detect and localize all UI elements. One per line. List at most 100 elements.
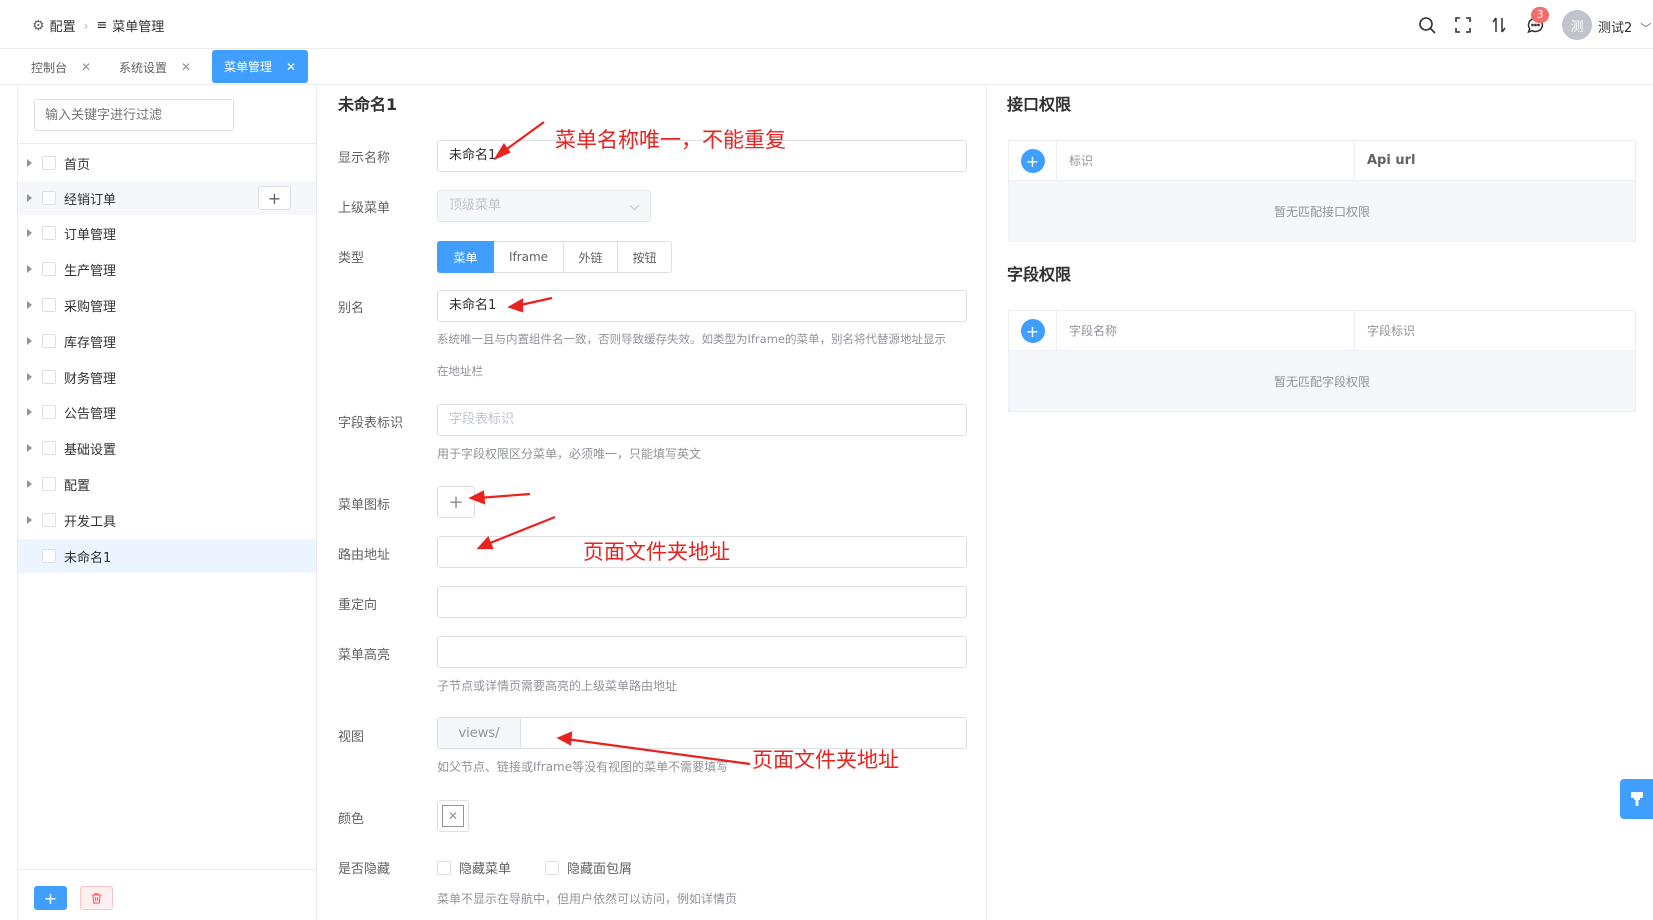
close-icon[interactable]: ✕ [81, 60, 91, 74]
settings-float-button[interactable] [1620, 779, 1653, 819]
caret-right-icon[interactable] [27, 444, 32, 452]
avatar[interactable]: 测 [1562, 10, 1592, 40]
form-title: 未命名1 [338, 95, 398, 114]
tree-checkbox[interactable] [42, 370, 56, 384]
tree-checkbox[interactable] [42, 191, 56, 205]
tree-item-label: 公告管理 [64, 406, 117, 422]
type-option-button[interactable]: 按钮 [618, 241, 672, 273]
caret-right-icon[interactable] [27, 194, 32, 202]
display-name-label: 显示名称 [338, 151, 391, 166]
highlight-input[interactable] [437, 636, 967, 668]
hide-breadcrumb-checkbox[interactable]: 隐藏面包屑 [545, 858, 632, 877]
tree-checkbox[interactable] [42, 226, 56, 240]
tree-item-inventory-mgmt[interactable]: 库存管理 [18, 324, 316, 358]
tree-item-unnamed-1[interactable]: 未命名1 [18, 539, 316, 573]
hide-menu-checkbox[interactable]: 隐藏菜单 [437, 858, 511, 877]
caret-right-icon[interactable] [27, 480, 32, 488]
caret-right-icon[interactable] [27, 265, 32, 273]
highlight-help: 子节点或详情页需要高亮的上级菜单路由地址 [437, 679, 678, 693]
close-icon[interactable]: ✕ [181, 60, 191, 74]
caret-right-icon[interactable] [27, 373, 32, 381]
redirect-input[interactable] [437, 586, 967, 618]
route-label: 路由地址 [338, 548, 391, 563]
tree-checkbox[interactable] [42, 262, 56, 276]
tab-label: 系统设置 [119, 60, 168, 75]
parent-menu-select[interactable]: 顶级菜单 [437, 190, 651, 222]
tree-checkbox[interactable] [42, 441, 56, 455]
tab-label: 菜单管理 [224, 60, 273, 74]
tree-checkbox[interactable] [42, 513, 56, 527]
tree-checkbox[interactable] [42, 156, 56, 170]
tree-item-notice-mgmt[interactable]: 公告管理 [18, 395, 316, 429]
tree-checkbox[interactable] [42, 477, 56, 491]
chevron-down-icon: ﹀ [1640, 22, 1652, 35]
icon-picker-button[interactable]: + [437, 486, 475, 518]
tabs-bar: 控制台 ✕ 系统设置 ✕ 菜单管理 ✕ [0, 49, 1653, 85]
add-child-button[interactable]: + [258, 186, 291, 210]
color-picker[interactable]: ✕ [437, 800, 469, 832]
brush-icon [1630, 792, 1643, 806]
view-help: 如父节点、链接或Iframe等没有视图的菜单不需要填写 [437, 760, 729, 774]
caret-right-icon[interactable] [27, 301, 32, 309]
close-icon[interactable]: ✕ [286, 60, 296, 74]
caret-right-icon[interactable] [27, 337, 32, 345]
delete-menu-button[interactable] [80, 886, 113, 910]
tree-item-dev-tools[interactable]: 开发工具 [18, 503, 316, 537]
checkbox-box[interactable] [545, 860, 559, 875]
hide-menu-label: 隐藏菜单 [459, 862, 512, 877]
tree-item-order-mgmt[interactable]: 订单管理 [18, 216, 316, 250]
hidden-help: 菜单不显示在导航中，但用户依然可以访问，例如详情页 [437, 892, 738, 906]
checkbox-box[interactable] [437, 860, 451, 875]
tree-checkbox[interactable] [42, 334, 56, 348]
tree-item-home[interactable]: 首页 [18, 146, 316, 180]
tree-item-label: 基础设置 [64, 442, 117, 458]
alias-input[interactable]: 未命名1 [437, 290, 967, 322]
fullscreen-icon[interactable] [1453, 15, 1473, 35]
breadcrumb-root[interactable]: 配置 [50, 16, 76, 35]
tree-item-label: 财务管理 [64, 371, 117, 387]
tree-filter-input[interactable] [34, 99, 234, 131]
tree-item-config[interactable]: 配置 [18, 467, 316, 501]
caret-right-icon[interactable] [27, 408, 32, 416]
tree-checkbox[interactable] [42, 549, 56, 563]
caret-right-icon[interactable] [27, 159, 32, 167]
parent-menu-label: 上级菜单 [338, 201, 391, 216]
tab-system-settings[interactable]: 系统设置 ✕ [107, 49, 203, 85]
tree-item-purchase-mgmt[interactable]: 采购管理 [18, 288, 316, 322]
column-header-field-id: 字段标识 [1367, 324, 1416, 338]
empty-state: 暂无匹配接口权限 [1009, 181, 1635, 241]
type-label: 类型 [338, 251, 365, 266]
add-menu-button[interactable]: + [34, 886, 67, 910]
caret-right-icon[interactable] [27, 229, 32, 237]
tree-item-production-mgmt[interactable]: 生产管理 [18, 252, 316, 286]
field-table-input[interactable]: 字段表标识 [437, 404, 967, 436]
annotation-view: 页面文件夹地址 [752, 748, 899, 772]
type-option-iframe[interactable]: Iframe [494, 241, 564, 273]
tree-item-dealer-orders[interactable]: 经销订单 + [18, 181, 316, 215]
divider [986, 85, 987, 920]
tree-item-label: 配置 [64, 478, 91, 494]
tree-item-finance-mgmt[interactable]: 财务管理 [18, 360, 316, 394]
chevron-down-icon [629, 200, 640, 211]
add-field-permission-button[interactable]: + [1020, 319, 1045, 343]
color-label: 颜色 [338, 812, 365, 827]
type-option-link[interactable]: 外链 [564, 241, 618, 273]
add-cell: + [1009, 311, 1057, 351]
field-permission-table: + 字段名称 字段标识 暂无匹配字段权限 [1008, 310, 1636, 412]
tree-checkbox[interactable] [42, 405, 56, 419]
add-cell: + [1009, 141, 1057, 181]
tree-item-label: 开发工具 [64, 514, 117, 530]
search-icon[interactable] [1417, 15, 1437, 35]
tab-menu-management[interactable]: 菜单管理 ✕ [212, 50, 309, 83]
type-option-menu[interactable]: 菜单 [437, 241, 494, 273]
sort-icon[interactable] [1489, 15, 1509, 35]
tree-item-basic-settings[interactable]: 基础设置 [18, 431, 316, 465]
add-api-permission-button[interactable]: + [1020, 149, 1045, 173]
view-label: 视图 [338, 730, 365, 745]
tree-checkbox[interactable] [42, 298, 56, 312]
tab-dashboard[interactable]: 控制台 ✕ [19, 49, 103, 85]
username[interactable]: 测试2 ﹀ [1598, 17, 1651, 36]
tree-item-label: 经销订单 [64, 192, 117, 208]
hidden-label: 是否隐藏 [338, 862, 391, 877]
caret-right-icon[interactable] [27, 516, 32, 524]
